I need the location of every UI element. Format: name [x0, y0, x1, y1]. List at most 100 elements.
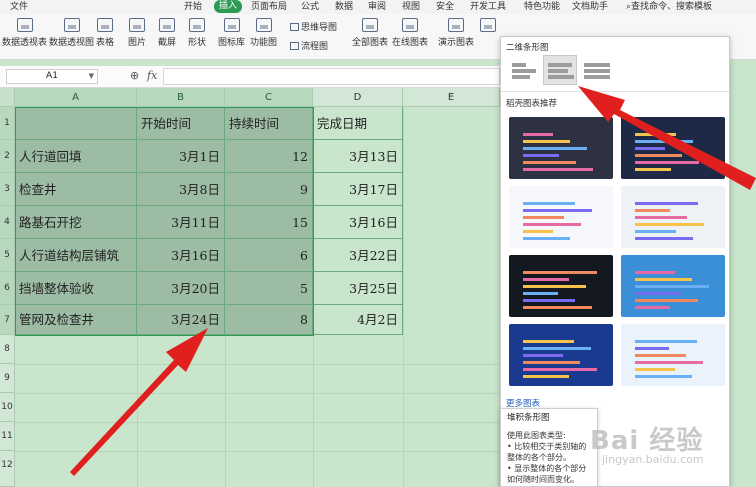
- table-cell-start[interactable]: 3月20日: [137, 272, 225, 305]
- chart-template-thumb[interactable]: [509, 117, 613, 179]
- percent-stacked-bar-option[interactable]: [579, 55, 613, 85]
- table-cell-duration[interactable]: 12: [225, 140, 313, 173]
- table-cell-task[interactable]: 挡墙整体验收: [15, 272, 137, 305]
- select-all-corner[interactable]: [0, 88, 15, 107]
- table-cell-task[interactable]: 检查井: [15, 173, 137, 206]
- flowchart-button[interactable]: 流程图: [290, 39, 328, 52]
- fx-icon[interactable]: fx: [147, 69, 157, 82]
- table-cell-start[interactable]: 3月11日: [137, 206, 225, 239]
- column-header-d[interactable]: D: [313, 88, 403, 107]
- zoom-icon[interactable]: ⊕: [130, 69, 139, 82]
- table-cell-task[interactable]: 路基石开挖: [15, 206, 137, 239]
- table-cell-finish[interactable]: 4月2日: [313, 305, 403, 335]
- menu-review[interactable]: 审阅: [368, 0, 386, 14]
- chart-template-thumb[interactable]: [621, 324, 725, 386]
- table-cell-finish[interactable]: 3月17日: [313, 173, 403, 206]
- column-chart-button[interactable]: [480, 18, 496, 35]
- row-header-5[interactable]: 5: [0, 239, 15, 272]
- icon-library-button[interactable]: 图标库: [218, 18, 245, 48]
- stacked-bar-option[interactable]: [543, 55, 577, 85]
- thumb-bar: [523, 347, 591, 350]
- menu-security[interactable]: 安全: [436, 0, 454, 14]
- column-header-b[interactable]: B: [137, 88, 225, 107]
- pivot-chart-icon: [63, 18, 80, 32]
- row-header-11[interactable]: 11: [0, 422, 15, 451]
- menu-home[interactable]: 开始: [184, 0, 202, 14]
- pivot-table-button[interactable]: 数据透视表: [2, 18, 47, 48]
- function-chart-icon: [255, 18, 272, 32]
- table-cell-task[interactable]: 人行道结构层铺筑: [15, 239, 137, 272]
- chart-template-thumb[interactable]: [621, 255, 725, 317]
- column-header-c[interactable]: C: [225, 88, 313, 107]
- table-cell-start[interactable]: 3月8日: [137, 173, 225, 206]
- menu-special[interactable]: 特色功能: [524, 0, 560, 14]
- all-charts-button[interactable]: 全部图表: [352, 18, 388, 48]
- thumb-bar: [635, 223, 704, 226]
- thumb-bar: [523, 271, 597, 274]
- row-header-7[interactable]: 7: [0, 305, 15, 335]
- chart-template-thumb[interactable]: [509, 324, 613, 386]
- screenshot-button[interactable]: 截屏: [158, 18, 176, 48]
- table-cell-finish[interactable]: 3月13日: [313, 140, 403, 173]
- section-title-2d-bar: 二维条形图: [506, 43, 549, 53]
- cell-a1[interactable]: [15, 107, 137, 140]
- thumb-bar: [635, 285, 709, 288]
- formula-input[interactable]: [163, 68, 500, 85]
- thumb-bar: [635, 299, 698, 302]
- row-header-10[interactable]: 10: [0, 393, 15, 422]
- row-header-3[interactable]: 3: [0, 173, 15, 206]
- row-header-1[interactable]: 1: [0, 107, 15, 140]
- table-cell-finish[interactable]: 3月22日: [313, 239, 403, 272]
- table-cell-finish[interactable]: 3月25日: [313, 272, 403, 305]
- clustered-bar-option[interactable]: [507, 55, 541, 85]
- table-cell-start[interactable]: 3月24日: [137, 305, 225, 335]
- table-cell-duration[interactable]: 9: [225, 173, 313, 206]
- table-button[interactable]: 表格: [96, 18, 114, 48]
- chart-template-thumb[interactable]: [509, 186, 613, 248]
- table-cell-duration[interactable]: 8: [225, 305, 313, 335]
- chart-template-thumb[interactable]: [509, 255, 613, 317]
- menu-doc-helper[interactable]: 文档助手: [572, 0, 608, 14]
- table-cell-task[interactable]: 人行道回填: [15, 140, 137, 173]
- shapes-button[interactable]: 形状: [188, 18, 206, 48]
- thumb-bar: [635, 340, 697, 343]
- cell-b1[interactable]: 开始时间: [137, 107, 225, 140]
- table-cell-task[interactable]: 管网及检查井: [15, 305, 137, 335]
- table-cell-finish[interactable]: 3月16日: [313, 206, 403, 239]
- row-header-8[interactable]: 8: [0, 335, 15, 364]
- demo-charts-button[interactable]: 演示图表: [438, 18, 474, 48]
- thumb-bar: [635, 154, 682, 157]
- thumb-bar: [523, 368, 597, 371]
- row-header-12[interactable]: 12: [0, 451, 15, 487]
- name-box[interactable]: A1 ▼: [6, 69, 98, 84]
- chart-template-thumb[interactable]: [621, 117, 725, 179]
- chevron-down-icon[interactable]: ▼: [89, 70, 94, 83]
- menu-formula[interactable]: 公式: [301, 0, 319, 14]
- table-cell-duration[interactable]: 15: [225, 206, 313, 239]
- mind-map-button[interactable]: 思维导图: [290, 20, 337, 33]
- function-chart-button[interactable]: 功能图: [250, 18, 277, 48]
- picture-button[interactable]: 图片: [128, 18, 146, 48]
- cell-d1[interactable]: 完成日期: [313, 107, 403, 140]
- row-header-2[interactable]: 2: [0, 140, 15, 173]
- table-cell-start[interactable]: 3月1日: [137, 140, 225, 173]
- table-cell-start[interactable]: 3月16日: [137, 239, 225, 272]
- menu-data[interactable]: 数据: [335, 0, 353, 14]
- table-cell-duration[interactable]: 5: [225, 272, 313, 305]
- column-header-a[interactable]: A: [15, 88, 137, 107]
- menu-developer[interactable]: 开发工具: [470, 0, 506, 14]
- column-header-e[interactable]: E: [403, 88, 500, 107]
- menu-page-layout[interactable]: 页面布局: [251, 0, 287, 14]
- search-command[interactable]: ⌕查找命令、搜索模板: [626, 0, 712, 14]
- menu-file[interactable]: 文件: [10, 0, 28, 14]
- table-cell-duration[interactable]: 6: [225, 239, 313, 272]
- menu-insert[interactable]: 插入: [214, 0, 243, 13]
- cell-c1[interactable]: 持续时间: [225, 107, 313, 140]
- row-header-9[interactable]: 9: [0, 364, 15, 393]
- pivot-chart-button[interactable]: 数据透视图: [49, 18, 94, 48]
- chart-template-thumb[interactable]: [621, 186, 725, 248]
- online-charts-button[interactable]: 在线图表: [392, 18, 428, 48]
- menu-view[interactable]: 视图: [402, 0, 420, 14]
- row-header-4[interactable]: 4: [0, 206, 15, 239]
- row-header-6[interactable]: 6: [0, 272, 15, 305]
